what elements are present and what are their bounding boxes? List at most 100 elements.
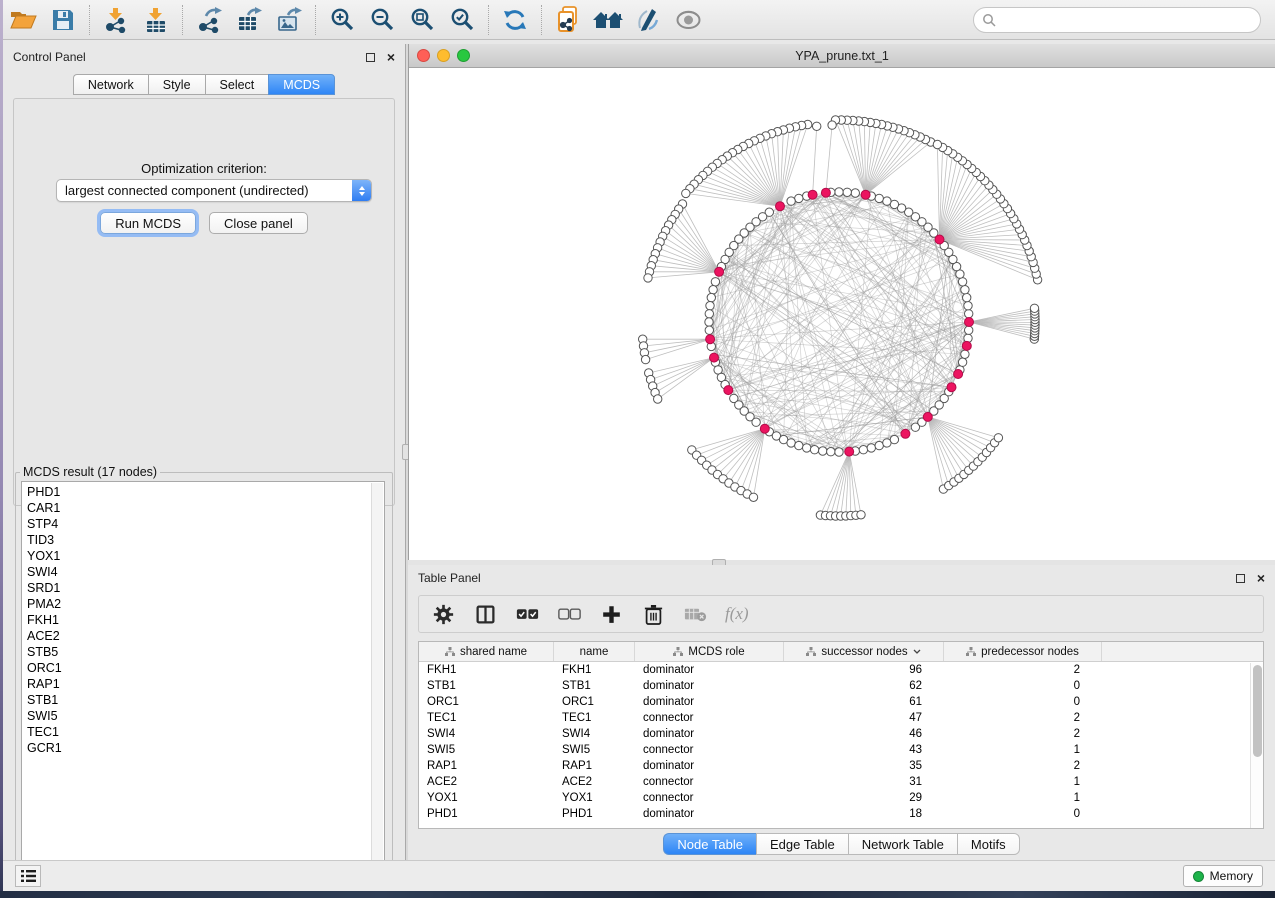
column-header-MCDS-role[interactable]: MCDS role [635,642,784,661]
mcds-list-scrollbar[interactable] [371,483,383,873]
mcds-result-item[interactable]: TEC1 [27,724,384,740]
show-hide-icon[interactable] [668,3,708,37]
control-panel-title: Control Panel [13,50,86,64]
mcds-result-item[interactable]: ORC1 [27,660,384,676]
toolbar-separator [488,5,489,35]
tab-select[interactable]: Select [205,74,269,95]
zoom-out-icon[interactable] [362,3,402,37]
add-column-icon[interactable] [599,602,623,626]
network-graph[interactable] [409,68,1275,560]
export-image-icon[interactable] [269,3,309,37]
table-row[interactable]: RAP1RAP1dominator352 [419,758,1263,774]
mcds-result-item[interactable]: STP4 [27,516,384,532]
tab-node-table[interactable]: Node Table [663,833,756,855]
table-row[interactable]: STB1STB1dominator620 [419,678,1263,694]
network-window-titlebar[interactable]: YPA_prune.txt_1 [409,44,1275,68]
close-table-panel-icon[interactable]: × [1257,571,1265,585]
table-cell: FKH1 [554,662,635,678]
tab-network-table[interactable]: Network Table [848,833,957,855]
import-table-icon[interactable] [136,3,176,37]
save-session-icon[interactable] [43,3,83,37]
column-header-shared-name[interactable]: shared name [419,642,554,661]
table-cell: SWI4 [419,726,554,742]
zoom-fit-icon[interactable] [402,3,442,37]
zoom-selected-icon[interactable] [442,3,482,37]
show-columns-icon[interactable] [473,602,497,626]
table-cell: 2 [944,758,1102,774]
table-cell: 62 [784,678,944,694]
mcds-result-fieldset: MCDS result (17 nodes) PHD1CAR1STP4TID3Y… [15,465,393,883]
table-row[interactable]: SWI5SWI5connector431 [419,742,1263,758]
mcds-result-item[interactable]: YOX1 [27,548,384,564]
memory-status-icon [1193,871,1204,882]
mcds-result-list[interactable]: PHD1CAR1STP4TID3YOX1SWI4SRD1PMA2FKH1ACE2… [21,481,385,873]
mcds-result-item[interactable]: GCR1 [27,740,384,756]
tab-motifs[interactable]: Motifs [957,833,1020,855]
mcds-result-item[interactable]: TID3 [27,532,384,548]
task-history-button[interactable] [15,865,41,887]
tab-network[interactable]: Network [73,74,148,95]
network-window-title: YPA_prune.txt_1 [409,49,1275,63]
table-row[interactable]: SWI4SWI4dominator462 [419,726,1263,742]
search-icon [982,13,996,27]
close-panel-button[interactable]: Close panel [209,212,308,234]
toolbar-separator [89,5,90,35]
delete-column-icon[interactable] [641,602,665,626]
control-panel: Control Panel × NetworkStyleSelectMCDS O… [3,44,405,860]
column-header-name[interactable]: name [554,642,635,661]
optimization-criterion-select[interactable]: largest connected component (undirected) [56,179,372,202]
search-input[interactable] [996,10,1260,30]
search-box[interactable] [973,7,1261,33]
close-panel-icon[interactable]: × [387,50,395,64]
optimization-criterion-label: Optimization criterion: [14,161,394,176]
table-cell: TEC1 [554,710,635,726]
table-row[interactable]: FKH1FKH1dominator962 [419,662,1263,678]
select-all-icon[interactable] [515,602,539,626]
export-table-icon[interactable] [229,3,269,37]
table-row[interactable]: ACE2ACE2connector311 [419,774,1263,790]
run-mcds-button[interactable]: Run MCDS [100,212,196,234]
mcds-result-item[interactable]: ACE2 [27,628,384,644]
style-editor-icon[interactable] [628,3,668,37]
home-icon[interactable] [588,3,628,37]
table-cell: ORC1 [419,694,554,710]
table-row[interactable]: YOX1YOX1connector291 [419,790,1263,806]
mcds-result-item[interactable]: FKH1 [27,612,384,628]
tab-edge-table[interactable]: Edge Table [756,833,848,855]
table-cell: 47 [784,710,944,726]
table-row[interactable]: ORC1ORC1dominator610 [419,694,1263,710]
mcds-result-item[interactable]: RAP1 [27,676,384,692]
table-scrollbar[interactable] [1250,663,1263,829]
mcds-result-item[interactable]: CAR1 [27,500,384,516]
table-row[interactable]: TEC1TEC1connector472 [419,710,1263,726]
apply-layout-icon[interactable] [495,3,535,37]
float-table-panel-icon[interactable] [1236,574,1245,583]
clipboard-network-icon[interactable] [548,3,588,37]
float-panel-icon[interactable] [366,53,375,62]
tab-style[interactable]: Style [148,74,205,95]
deselect-all-icon[interactable] [557,602,581,626]
tab-mcds[interactable]: MCDS [268,74,335,95]
export-network-icon[interactable] [189,3,229,37]
table-cell: connector [635,742,784,758]
table-settings-icon[interactable] [431,602,455,626]
mcds-result-item[interactable]: STB1 [27,692,384,708]
table-cell: TEC1 [419,710,554,726]
mcds-result-item[interactable]: SWI5 [27,708,384,724]
import-network-icon[interactable] [96,3,136,37]
mcds-result-item[interactable]: PHD1 [27,484,384,500]
column-header-predecessor-nodes[interactable]: predecessor nodes [944,642,1102,661]
table-cell: 1 [944,774,1102,790]
open-session-icon[interactable] [3,3,43,37]
mcds-result-item[interactable]: SRD1 [27,580,384,596]
mcds-result-item[interactable]: STB5 [27,644,384,660]
mcds-result-title: MCDS result (17 nodes) [20,465,160,479]
table-scrollbar-thumb[interactable] [1253,665,1262,757]
column-header-successor-nodes[interactable]: successor nodes [784,642,944,661]
table-row[interactable]: PHD1PHD1dominator180 [419,806,1263,822]
zoom-in-icon[interactable] [322,3,362,37]
memory-button[interactable]: Memory [1183,865,1263,887]
mcds-result-item[interactable]: PMA2 [27,596,384,612]
table-cell: dominator [635,758,784,774]
mcds-result-item[interactable]: SWI4 [27,564,384,580]
